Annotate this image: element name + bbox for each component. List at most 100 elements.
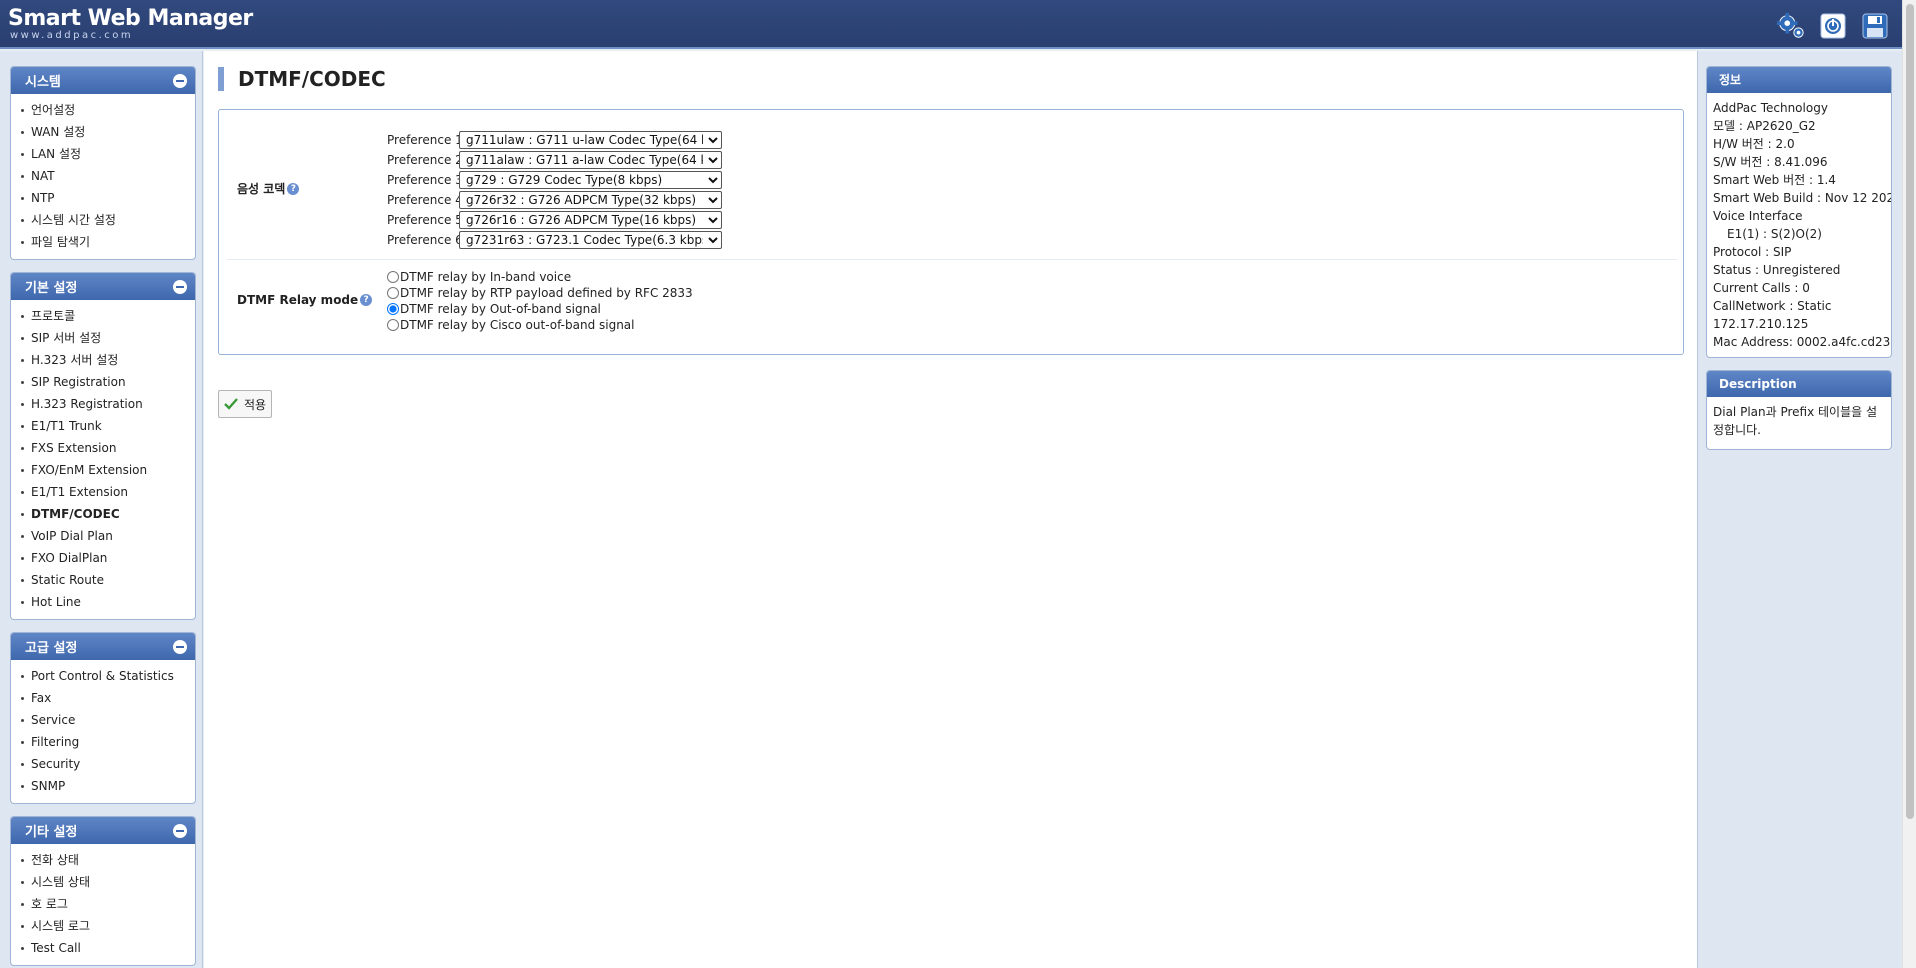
nav-item[interactable]: Hot Line — [11, 591, 195, 613]
pref-label: Preference 6 — [387, 233, 463, 247]
nav-item[interactable]: FXO DialPlan — [11, 547, 195, 569]
nav-item[interactable]: WAN 설정 — [11, 121, 195, 143]
codec-select-1[interactable]: g711ulaw : G711 u-law Codec Type(64 kbps… — [459, 131, 722, 149]
collapse-minus-icon[interactable] — [173, 823, 187, 838]
nav-item[interactable]: LAN 설정 — [11, 143, 195, 165]
info-line: CallNetwork : Static — [1713, 299, 1832, 313]
nav-item[interactable]: Port Control & Statistics — [11, 665, 195, 687]
nav-item[interactable]: Test Call — [11, 937, 195, 959]
nav-item[interactable]: 시스템 상태 — [11, 871, 195, 893]
help-icon[interactable]: ? — [360, 294, 373, 306]
info-line: Smart Web Build : Nov 12 2021 — [1713, 191, 1892, 205]
nav-item[interactable]: 호 로그 — [11, 893, 195, 915]
apply-label: 적용 — [243, 397, 267, 412]
nav-item[interactable]: Security — [11, 753, 195, 775]
dtmf-option-label: DTMF relay by In-band voice — [400, 270, 572, 284]
info-line: 모델 : AP2620_G2 — [1713, 119, 1816, 133]
dtmf-radio-rfc2833[interactable] — [387, 287, 399, 299]
info-line: Current Calls : 0 — [1713, 281, 1810, 295]
nav-item[interactable]: 파일 탐색기 — [11, 231, 195, 253]
dtmf-label: DTMF Relay mode — [237, 293, 359, 307]
collapse-minus-icon[interactable] — [173, 639, 187, 654]
help-icon[interactable]: ? — [287, 182, 300, 195]
nav-item-active[interactable]: DTMF/CODEC — [11, 503, 195, 525]
nav-item[interactable]: SIP 서버 설정 — [11, 327, 195, 349]
dtmf-option[interactable]: DTMF relay by Cisco out-of-band signal — [387, 317, 693, 333]
panel-header-basic[interactable]: 기본 설정 — [11, 273, 195, 300]
codec-preferences: Preference 1 g711ulaw : G711 u-law Codec… — [387, 130, 722, 250]
dtmf-option-label: DTMF relay by Out-of-band signal — [400, 302, 601, 316]
codec-pref-row: Preference 6 g7231r63 : G723.1 Codec Typ… — [387, 230, 722, 250]
save-disk-icon[interactable] — [1860, 11, 1890, 41]
dtmf-option[interactable]: DTMF relay by Out-of-band signal — [387, 301, 693, 317]
info-line: Protocol : SIP — [1713, 245, 1792, 259]
codec-select-4[interactable]: g726r32 : G726 ADPCM Type(32 kbps) — [459, 191, 722, 209]
panel-header-advanced[interactable]: 고급 설정 — [11, 633, 195, 660]
codec-pref-row: Preference 2 g711alaw : G711 a-law Codec… — [387, 150, 722, 170]
info-line: Voice Interface — [1713, 209, 1803, 223]
sidebar-panel-system: 시스템 언어설정 WAN 설정 LAN 설정 NAT NTP 시스템 시간 설정… — [10, 66, 196, 260]
pref-label: Preference 2 — [387, 153, 463, 167]
nav-item[interactable]: H.323 서버 설정 — [11, 349, 195, 371]
dtmf-radio-outofband[interactable] — [387, 303, 399, 315]
panel-header-misc[interactable]: 기타 설정 — [11, 817, 195, 844]
nav-item[interactable]: E1/T1 Trunk — [11, 415, 195, 437]
nav-item[interactable]: Static Route — [11, 569, 195, 591]
dtmf-radio-cisco[interactable] — [387, 319, 399, 331]
nav-item[interactable]: NAT — [11, 165, 195, 187]
pref-label: Preference 4 — [387, 193, 463, 207]
collapse-minus-icon[interactable] — [173, 73, 187, 88]
nav-item[interactable]: 프로토콜 — [11, 305, 195, 327]
nav-item[interactable]: 시스템 로그 — [11, 915, 195, 937]
apply-button[interactable]: 적용 — [218, 390, 272, 418]
info-line: Mac Address: 0002.a4fc.cd23 — [1713, 335, 1891, 349]
codec-select-3[interactable]: g729 : G729 Codec Type(8 kbps) — [459, 171, 722, 189]
collapse-minus-icon[interactable] — [173, 279, 187, 294]
nav-item[interactable]: FXS Extension — [11, 437, 195, 459]
info-line: 172.17.210.125 — [1713, 317, 1809, 331]
nav-item[interactable]: Filtering — [11, 731, 195, 753]
nav-item[interactable]: Fax — [11, 687, 195, 709]
codec-pref-row: Preference 3 g729 : G729 Codec Type(8 kb… — [387, 170, 722, 190]
power-icon[interactable] — [1818, 11, 1848, 41]
info-line: Smart Web 버전 : 1.4 — [1713, 173, 1836, 187]
nav-list: 프로토콜 SIP 서버 설정 H.323 서버 설정 SIP Registrat… — [11, 300, 195, 619]
page-title: DTMF/CODEC — [218, 67, 386, 91]
dtmf-radio-inband[interactable] — [387, 271, 399, 283]
nav-item[interactable]: VoIP Dial Plan — [11, 525, 195, 547]
panel-title: 고급 설정 — [25, 641, 78, 656]
codec-select-2[interactable]: g711alaw : G711 a-law Codec Type(64 kbps… — [459, 151, 722, 169]
settings-gears-icon[interactable] — [1776, 11, 1806, 41]
dtmf-option[interactable]: DTMF relay by In-band voice — [387, 269, 693, 285]
nav-item[interactable]: Service — [11, 709, 195, 731]
app-subtitle: www.addpac.com — [10, 30, 134, 41]
panel-header-system[interactable]: 시스템 — [11, 67, 195, 94]
page-scrollbar[interactable] — [1902, 0, 1916, 968]
pref-label: Preference 1 — [387, 133, 463, 147]
nav-item[interactable]: 언어설정 — [11, 99, 195, 121]
nav-item[interactable]: 전화 상태 — [11, 849, 195, 871]
scrollbar-thumb[interactable] — [1906, 4, 1914, 819]
brand-logo[interactable]: Smart Web Manager www.addpac.com — [8, 7, 253, 41]
nav-item[interactable]: E1/T1 Extension — [11, 481, 195, 503]
description-title: Description — [1707, 371, 1891, 397]
nav-item[interactable]: SIP Registration — [11, 371, 195, 393]
info-line: AddPac Technology — [1713, 101, 1828, 115]
sidebar-panel-misc: 기타 설정 전화 상태 시스템 상태 호 로그 시스템 로그 Test Call — [10, 816, 196, 966]
dtmf-option[interactable]: DTMF relay by RTP payload defined by RFC… — [387, 285, 693, 301]
codec-select-5[interactable]: g726r16 : G726 ADPCM Type(16 kbps) — [459, 211, 722, 229]
nav-list: 전화 상태 시스템 상태 호 로그 시스템 로그 Test Call — [11, 844, 195, 965]
nav-item[interactable]: NTP — [11, 187, 195, 209]
main-content: DTMF/CODEC 음성 코덱 ? Preference 1 g711ulaw… — [204, 51, 1697, 968]
sidebar-panel-basic: 기본 설정 프로토콜 SIP 서버 설정 H.323 서버 설정 SIP Reg… — [10, 272, 196, 620]
nav-item[interactable]: H.323 Registration — [11, 393, 195, 415]
nav-list: Port Control & Statistics Fax Service Fi… — [11, 660, 195, 803]
nav-item[interactable]: 시스템 시간 설정 — [11, 209, 195, 231]
pref-label: Preference 5 — [387, 213, 463, 227]
panel-title: 기타 설정 — [25, 825, 78, 840]
nav-item[interactable]: SNMP — [11, 775, 195, 797]
nav-item[interactable]: FXO/EnM Extension — [11, 459, 195, 481]
codec-pref-row: Preference 5 g726r16 : G726 ADPCM Type(1… — [387, 210, 722, 230]
description-text: Dial Plan과 Prefix 테이블을 설정합니다. — [1713, 405, 1878, 437]
codec-select-6[interactable]: g7231r63 : G723.1 Codec Type(6.3 kbps) — [459, 231, 722, 249]
